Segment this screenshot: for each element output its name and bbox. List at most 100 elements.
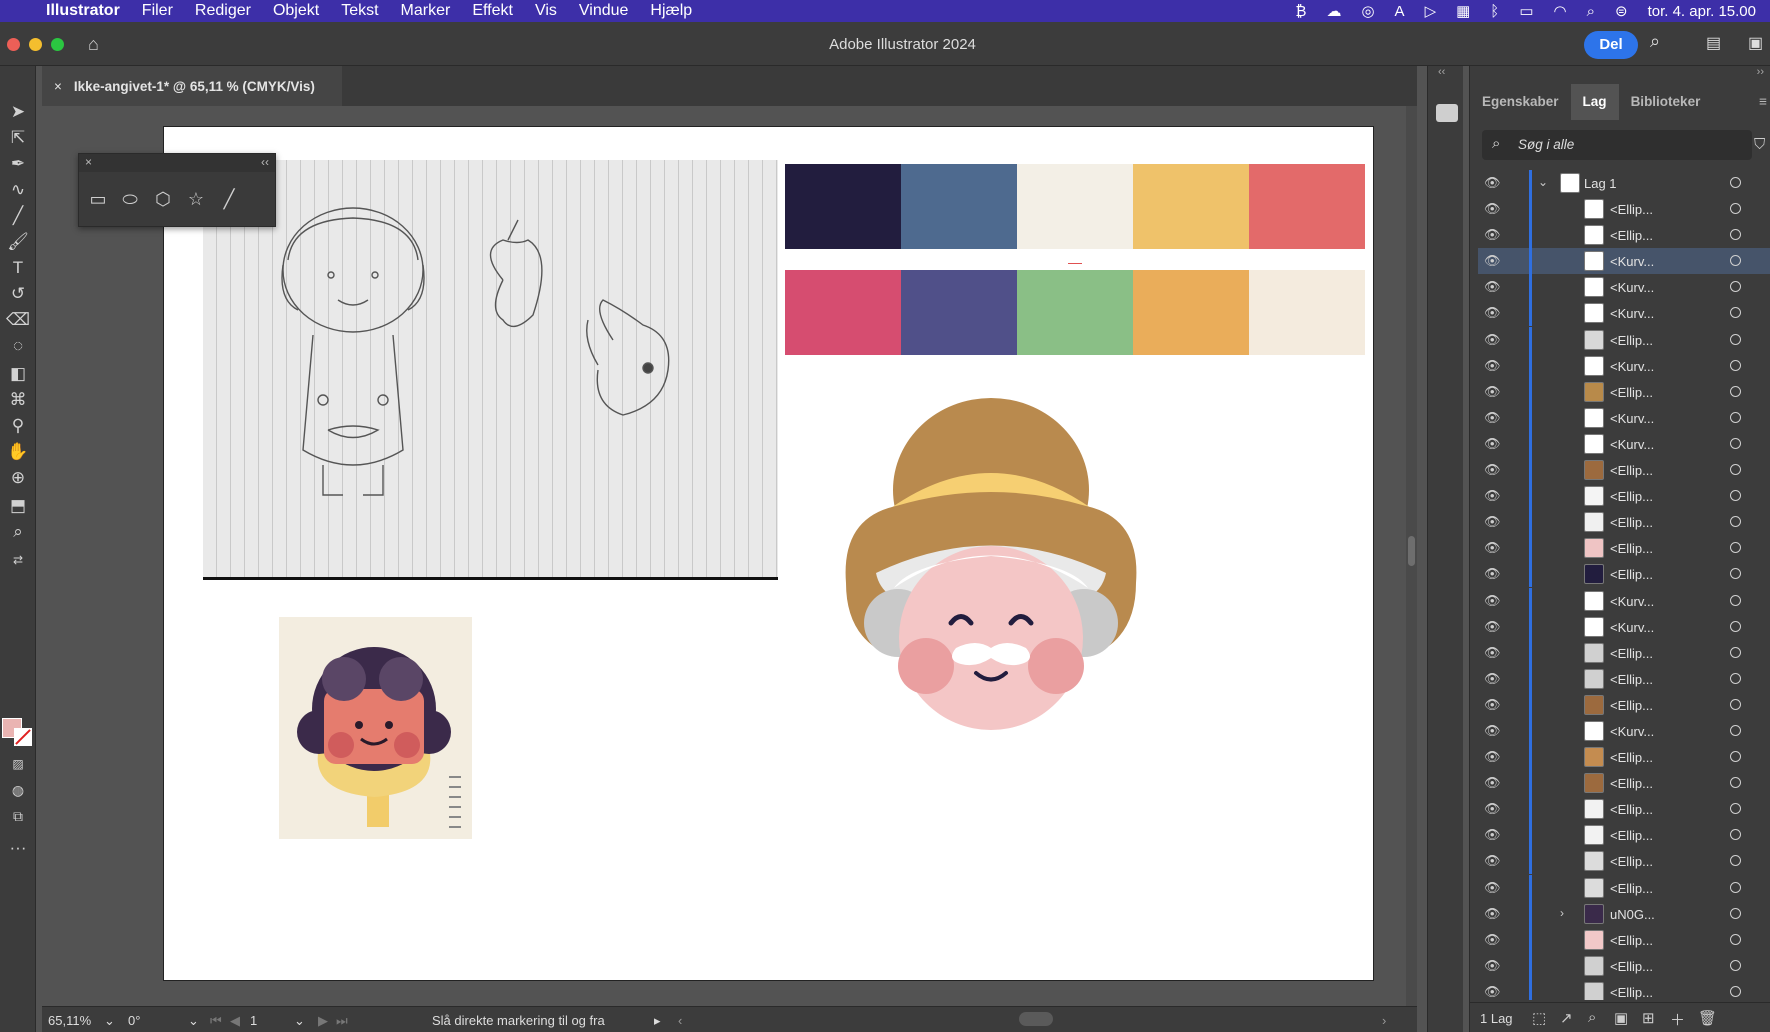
visibility-eye-icon[interactable]: 👁 <box>1484 540 1501 556</box>
target-circle-icon[interactable] <box>1730 464 1741 476</box>
target-circle-icon[interactable] <box>1730 777 1741 789</box>
visibility-eye-icon[interactable]: 👁 <box>1484 906 1501 922</box>
rotation-value[interactable]: 0° <box>128 1013 140 1028</box>
sublayer-row[interactable]: 👁 <Kurv... <box>1478 352 1770 379</box>
target-circle-icon[interactable] <box>1730 177 1741 188</box>
vertical-scrollbar-thumb[interactable] <box>1408 536 1415 566</box>
menu-filer[interactable]: Filer <box>142 2 173 20</box>
menu-vis[interactable]: Vis <box>535 2 557 20</box>
menu-effekt[interactable]: Effekt <box>472 2 513 20</box>
target-circle-icon[interactable] <box>1730 959 1741 971</box>
search-icon[interactable]: ⌕ <box>1650 31 1660 52</box>
palette-swatch[interactable] <box>1249 164 1365 249</box>
line-segment-tool-icon[interactable]: ╱ <box>218 188 240 210</box>
artboard-tool-icon[interactable]: ⬒ <box>6 494 30 518</box>
visibility-eye-icon[interactable]: 👁 <box>1484 436 1501 452</box>
sublayer-row[interactable]: 👁 <Ellip... <box>1478 535 1770 562</box>
layer-name[interactable]: <Ellip... <box>1610 541 1653 556</box>
artboard-number[interactable]: 1 <box>250 1013 257 1028</box>
layer-name[interactable]: <Kurv... <box>1610 280 1654 295</box>
visibility-eye-icon[interactable]: 👁 <box>1484 175 1501 191</box>
target-circle-icon[interactable] <box>1730 307 1741 319</box>
lasso-tool-icon[interactable]: ◌ <box>6 334 30 358</box>
target-circle-icon[interactable] <box>1730 568 1741 580</box>
sublayer-row[interactable]: 👁 <Ellip... <box>1478 196 1770 223</box>
bluetooth-icon[interactable]: ᛒ <box>1490 3 1499 20</box>
status-menu-arrow-icon[interactable]: ▸ <box>654 1013 661 1029</box>
target-circle-icon[interactable] <box>1730 594 1741 606</box>
make-clipping-mask-icon[interactable]: ▣ <box>1614 1009 1628 1027</box>
workspace-icon[interactable]: ▣ <box>1748 33 1763 53</box>
visibility-eye-icon[interactable]: 👁 <box>1484 723 1501 739</box>
collapse-panel-icon[interactable]: ‹‹ <box>261 155 269 169</box>
target-circle-icon[interactable] <box>1730 985 1741 997</box>
layer-name[interactable]: <Ellip... <box>1610 202 1653 217</box>
sublayer-row[interactable]: 👁 <Kurv... <box>1478 404 1770 431</box>
visibility-eye-icon[interactable]: 👁 <box>1484 384 1501 400</box>
visibility-eye-icon[interactable]: 👁 <box>1484 488 1501 504</box>
sublayer-row[interactable]: 👁 <Ellip... <box>1478 848 1770 875</box>
export-icon[interactable]: ↗ <box>1560 1009 1573 1027</box>
color-palette-1[interactable] <box>785 164 1365 249</box>
layer-name[interactable]: <Ellip... <box>1610 750 1653 765</box>
rotation-dropdown-icon[interactable]: ⌄ <box>188 1013 199 1029</box>
ellipse-tool-icon[interactable]: ⬭ <box>119 188 141 210</box>
visibility-eye-icon[interactable]: 👁 <box>1484 279 1501 295</box>
sublayer-row[interactable]: 👁 <Ellip... <box>1478 483 1770 510</box>
last-artboard-icon[interactable]: ⏭ <box>336 1013 348 1029</box>
locate-object-icon[interactable]: ⌕ <box>1588 1009 1596 1026</box>
visibility-eye-icon[interactable]: 👁 <box>1484 932 1501 948</box>
layer-name[interactable]: <Ellip... <box>1610 854 1653 869</box>
visibility-eye-icon[interactable]: 👁 <box>1484 671 1501 687</box>
palette-swatch[interactable] <box>785 164 901 249</box>
target-circle-icon[interactable] <box>1730 281 1741 293</box>
target-circle-icon[interactable] <box>1730 933 1741 945</box>
layer-name[interactable]: <Ellip... <box>1610 881 1653 896</box>
visibility-eye-icon[interactable]: 👁 <box>1484 775 1501 791</box>
stroke-color-swatch[interactable] <box>14 728 32 746</box>
layer-name[interactable]: <Ellip... <box>1610 959 1653 974</box>
sublayer-row[interactable]: 👁 <Ellip... <box>1478 978 1770 1000</box>
swap-fill-stroke-icon[interactable]: ⇄ <box>6 548 30 572</box>
visibility-eye-icon[interactable]: 👁 <box>1484 566 1501 582</box>
draw-mode-icon[interactable]: ◍ <box>6 778 30 802</box>
target-circle-icon[interactable] <box>1730 855 1741 867</box>
arrange-documents-icon[interactable]: ▤ <box>1706 33 1721 53</box>
target-circle-icon[interactable] <box>1730 437 1741 449</box>
collapse-layer-icon[interactable]: ⌄ <box>1538 175 1548 189</box>
visibility-eye-icon[interactable]: 👁 <box>1484 827 1501 843</box>
sublayer-row[interactable]: 👁 <Kurv... <box>1478 717 1770 744</box>
screen-mode-icon[interactable]: ⧉ <box>6 804 30 828</box>
panel-menu-icon[interactable]: ≡ <box>1759 94 1767 109</box>
sublayer-row[interactable]: 👁 <Ellip... <box>1478 665 1770 692</box>
vertical-scrollbar[interactable] <box>1406 106 1417 1006</box>
close-tab-icon[interactable]: × <box>54 79 62 94</box>
expand-group-icon[interactable]: › <box>1560 906 1564 920</box>
scroll-right-icon[interactable]: › <box>1382 1013 1386 1028</box>
artboard-dropdown-icon[interactable]: ⌄ <box>294 1013 305 1029</box>
menu-rediger[interactable]: Rediger <box>195 2 251 20</box>
sublayer-row[interactable]: 👁 <Ellip... <box>1478 378 1770 405</box>
palette-swatch[interactable] <box>901 164 1017 249</box>
target-circle-icon[interactable] <box>1730 203 1741 215</box>
layer-name[interactable]: <Ellip... <box>1610 515 1653 530</box>
target-circle-icon[interactable] <box>1730 411 1741 423</box>
share-button[interactable]: Del <box>1584 31 1638 59</box>
palette-swatch[interactable] <box>1133 164 1249 249</box>
zoom-level[interactable]: 65,11% <box>48 1013 91 1028</box>
target-circle-icon[interactable] <box>1730 881 1741 893</box>
layer-name[interactable]: <Kurv... <box>1610 724 1654 739</box>
granny-character-artwork[interactable] <box>836 398 1146 730</box>
target-circle-icon[interactable] <box>1730 829 1741 841</box>
target-circle-icon[interactable] <box>1730 698 1741 710</box>
sublayer-row[interactable]: 👁 › uN0G... <box>1478 900 1770 927</box>
visibility-eye-icon[interactable]: 👁 <box>1484 514 1501 530</box>
sublayer-row[interactable]: 👁 <Ellip... <box>1478 952 1770 979</box>
target-circle-icon[interactable] <box>1730 620 1741 632</box>
layer-name[interactable]: <Ellip... <box>1610 698 1653 713</box>
visibility-eye-icon[interactable]: 👁 <box>1484 253 1501 269</box>
target-circle-icon[interactable] <box>1730 803 1741 815</box>
visibility-eye-icon[interactable]: 👁 <box>1484 801 1501 817</box>
sublayer-row[interactable]: 👁 <Kurv... <box>1478 430 1770 457</box>
sublayer-row[interactable]: 👁 <Ellip... <box>1478 639 1770 666</box>
